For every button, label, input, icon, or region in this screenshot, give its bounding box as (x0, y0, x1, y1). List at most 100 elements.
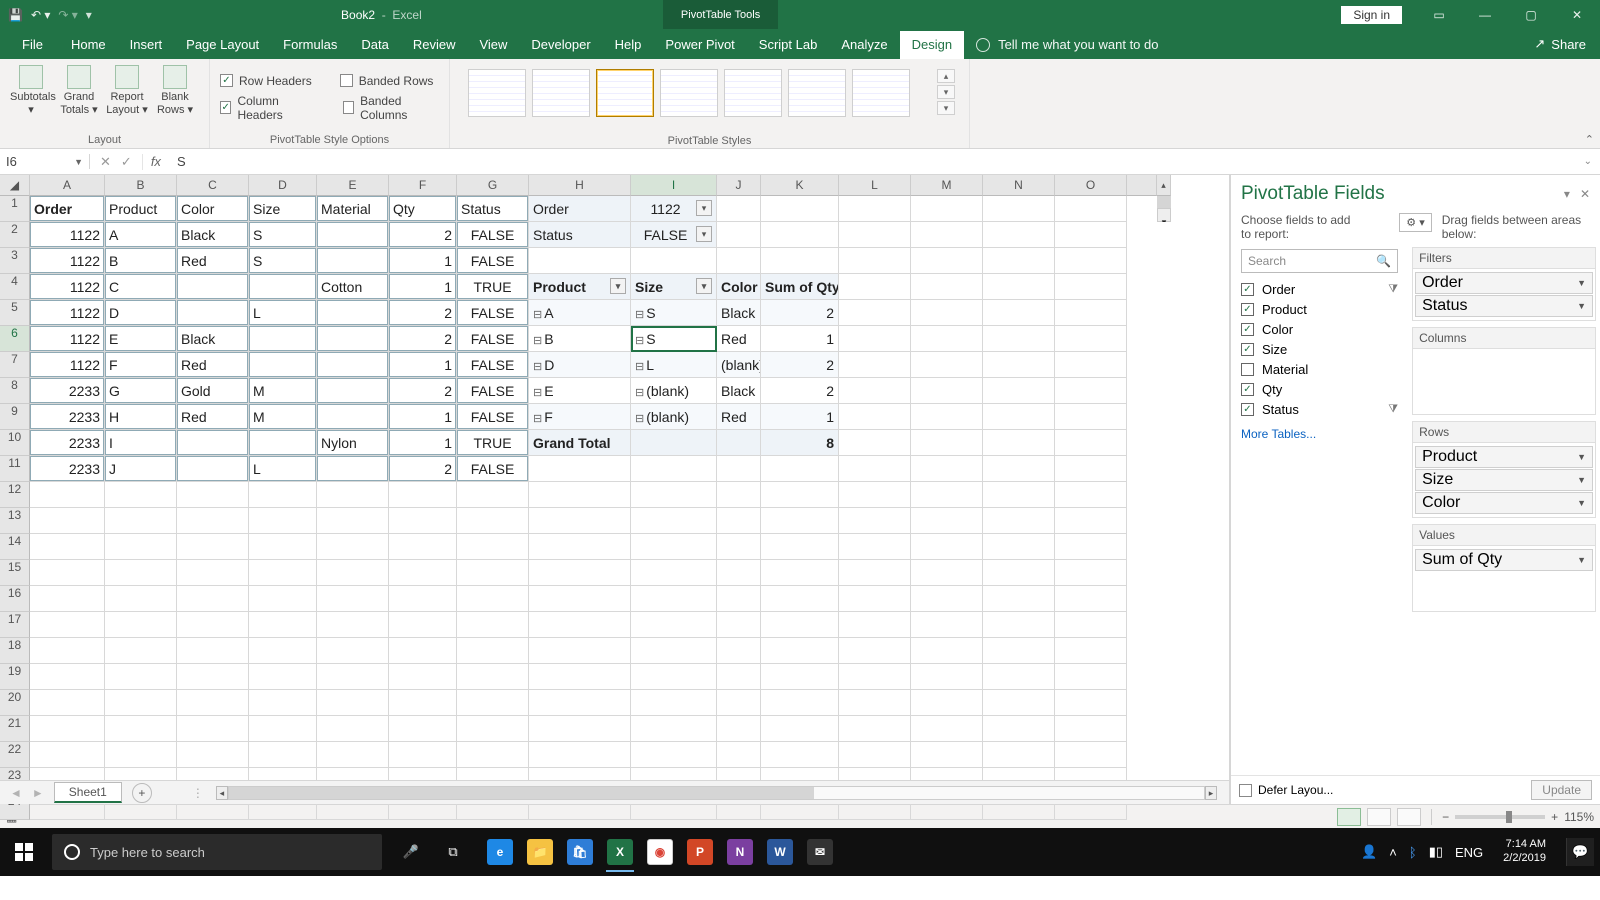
cell[interactable] (1055, 404, 1127, 430)
columns-zone[interactable]: Columns (1412, 327, 1596, 415)
row-header[interactable]: 15 (0, 560, 30, 586)
fields-pane-menu-icon[interactable]: ▾ (1564, 187, 1570, 201)
cell[interactable] (983, 638, 1055, 664)
vscroll-thumb[interactable] (1157, 196, 1171, 208)
add-sheet-button[interactable]: + (132, 783, 152, 803)
cell[interactable]: S (249, 222, 317, 248)
cell[interactable] (717, 508, 761, 534)
sheet-nav-prev-icon[interactable]: ◄ (10, 786, 22, 800)
cell[interactable] (177, 482, 249, 508)
cell[interactable] (631, 560, 717, 586)
app-mail[interactable]: ✉ (800, 832, 840, 872)
cell[interactable] (105, 638, 177, 664)
cell[interactable]: 1122 (631, 196, 717, 222)
fields-pane-close-icon[interactable]: ✕ (1580, 187, 1590, 201)
cell[interactable] (529, 612, 631, 638)
pt-style-swatch[interactable] (788, 69, 846, 117)
cell[interactable] (761, 716, 839, 742)
cell[interactable] (1055, 300, 1127, 326)
zone-pill[interactable]: Order▼ (1415, 272, 1593, 294)
expand-formula-bar-icon[interactable]: ⌄ (1576, 156, 1600, 167)
cell[interactable] (717, 534, 761, 560)
cell[interactable]: Red (717, 404, 761, 430)
cell[interactable] (1127, 560, 1157, 586)
row-header[interactable]: 1 (0, 196, 30, 222)
cell[interactable] (177, 430, 249, 456)
cell[interactable] (105, 664, 177, 690)
tab-page-layout[interactable]: Page Layout (174, 31, 271, 59)
cell[interactable] (389, 638, 457, 664)
fx-icon[interactable]: fx (143, 154, 169, 169)
cell[interactable] (631, 742, 717, 768)
cell[interactable] (1055, 456, 1127, 482)
cell[interactable] (457, 742, 529, 768)
cell[interactable] (761, 560, 839, 586)
cell[interactable] (983, 612, 1055, 638)
row-header[interactable]: 20 (0, 690, 30, 716)
app-explorer[interactable]: 📁 (520, 832, 560, 872)
vscroll-track[interactable]: ▾ (1157, 196, 1171, 222)
cell[interactable] (983, 586, 1055, 612)
field-item[interactable]: ✓Product (1241, 299, 1398, 319)
column-header[interactable]: A (30, 175, 105, 196)
sheet-nav-next-icon[interactable]: ► (32, 786, 44, 800)
cell[interactable] (317, 326, 389, 352)
sheet-tab[interactable]: Sheet1 (54, 782, 122, 803)
cell[interactable] (1127, 612, 1157, 638)
cell[interactable] (911, 456, 983, 482)
mic-icon[interactable]: 🎤 (398, 844, 424, 860)
cell[interactable] (983, 404, 1055, 430)
column-header[interactable]: G (457, 175, 529, 196)
pt-style-swatch[interactable] (724, 69, 782, 117)
cell[interactable] (177, 300, 249, 326)
cell[interactable] (529, 456, 631, 482)
cell[interactable] (1055, 378, 1127, 404)
cell[interactable] (317, 482, 389, 508)
cell[interactable]: M (249, 378, 317, 404)
cell[interactable] (631, 248, 717, 274)
cell[interactable] (1055, 482, 1127, 508)
cell[interactable]: 2 (761, 378, 839, 404)
cell[interactable] (1127, 404, 1157, 430)
cell[interactable]: 1 (389, 404, 457, 430)
cell[interactable] (761, 456, 839, 482)
pivot-filter-icon[interactable] (696, 200, 712, 216)
cell[interactable]: Material (317, 196, 389, 222)
cell[interactable] (761, 742, 839, 768)
zone-pill[interactable]: Status▼ (1415, 295, 1593, 317)
row-header[interactable]: 7 (0, 352, 30, 378)
pivot-filter-icon[interactable] (696, 226, 712, 242)
column-header[interactable] (1127, 175, 1157, 196)
cell[interactable] (761, 612, 839, 638)
cell[interactable] (911, 196, 983, 222)
tab-formulas[interactable]: Formulas (271, 31, 349, 59)
cell[interactable] (631, 690, 717, 716)
row-header[interactable]: 11 (0, 456, 30, 482)
cell[interactable]: Nylon (317, 430, 389, 456)
row-header[interactable]: 4 (0, 274, 30, 300)
cell[interactable] (389, 716, 457, 742)
close-icon[interactable]: ✕ (1554, 0, 1600, 29)
action-center-icon[interactable]: 💬 (1566, 838, 1594, 866)
start-button[interactable] (0, 828, 48, 876)
zoom-level[interactable]: 115% (1564, 810, 1594, 824)
undo-icon[interactable]: ↶ ▾ (31, 8, 50, 22)
cell[interactable]: Status (457, 196, 529, 222)
cell[interactable]: F (105, 352, 177, 378)
collapse-ribbon-icon[interactable]: ⌃ (1585, 133, 1594, 146)
cell[interactable] (761, 222, 839, 248)
cell[interactable] (717, 690, 761, 716)
cell[interactable] (839, 534, 911, 560)
fields-layout-button[interactable]: ⚙ ▾ (1399, 213, 1431, 232)
cell[interactable] (911, 222, 983, 248)
cell[interactable] (1055, 716, 1127, 742)
pt-style-swatch[interactable] (596, 69, 654, 117)
cell[interactable]: Order (30, 196, 105, 222)
cell[interactable] (1127, 508, 1157, 534)
cell[interactable]: S (249, 248, 317, 274)
cell[interactable] (249, 482, 317, 508)
cell[interactable] (30, 612, 105, 638)
cell[interactable] (983, 326, 1055, 352)
column-headers-checkbox[interactable]: ✓Column Headers (220, 94, 315, 122)
rows-zone[interactable]: Rows Product▼Size▼Color▼ (1412, 421, 1596, 518)
